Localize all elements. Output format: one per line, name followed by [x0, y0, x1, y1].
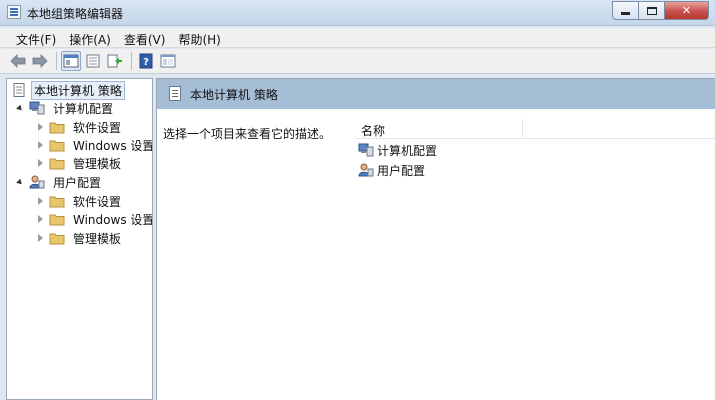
tree-item-label: 用户配置: [53, 175, 102, 190]
toolbar: ?: [0, 49, 715, 74]
user-config-icon: [29, 175, 45, 189]
computer-config-icon: [358, 143, 374, 157]
app-icon: [7, 5, 21, 19]
folder-icon: [49, 122, 65, 134]
description-text: 选择一个项目来查看它的描述。: [163, 127, 332, 141]
expanded-arrow-icon[interactable]: [15, 177, 25, 187]
menu-help[interactable]: 帮助(H): [172, 28, 227, 48]
tree-item-label: 管理模板: [73, 156, 122, 171]
tree-item-label: Windows 设置: [73, 212, 153, 227]
maximize-icon: [646, 6, 657, 15]
list-item-computer-config[interactable]: 计算机配置: [358, 141, 437, 159]
properties-button[interactable]: [83, 51, 103, 71]
menu-bar: 文件(F) 操作(A) 查看(V) 帮助(H): [0, 28, 715, 48]
details-pane: 本地计算机 策略 选择一个项目来查看它的描述。 名称 计算机配置 用户配置: [156, 78, 715, 400]
tree-item-computer-software-settings[interactable]: 软件设置: [35, 118, 125, 136]
collapsed-arrow-icon[interactable]: [35, 158, 45, 168]
tree-item-computer-config[interactable]: 计算机配置: [15, 99, 117, 117]
column-header-name[interactable]: 名称: [355, 119, 523, 139]
list-item-label: 计算机配置: [377, 143, 438, 158]
collapsed-arrow-icon[interactable]: [35, 196, 45, 206]
tree-item-local-computer-policy[interactable]: 本地计算机 策略: [11, 80, 125, 100]
expanded-arrow-icon[interactable]: [15, 103, 25, 113]
toolbar-separator: [56, 52, 57, 70]
extended-view-button[interactable]: [158, 51, 178, 71]
maximize-button[interactable]: [639, 1, 665, 20]
back-button[interactable]: [8, 51, 28, 71]
show-hide-tree-button[interactable]: [61, 51, 81, 71]
folder-icon: [49, 158, 65, 170]
description-area-top: [157, 109, 357, 121]
collapsed-arrow-icon[interactable]: [35, 214, 45, 224]
policy-document-icon: [13, 83, 25, 97]
collapsed-arrow-icon[interactable]: [35, 140, 45, 150]
folder-icon: [49, 196, 65, 208]
window-controls: ✕: [612, 1, 709, 20]
tree-item-computer-windows-settings[interactable]: Windows 设置: [35, 136, 152, 154]
window-title: 本地组策略编辑器: [27, 7, 124, 21]
tree-item-user-admin-templates[interactable]: 管理模板: [35, 229, 125, 247]
console-tree[interactable]: 本地计算机 策略 计算机配置 软件设置 Windows 设置 管理模板 用户配置: [6, 78, 153, 400]
tree-item-computer-admin-templates[interactable]: 管理模板: [35, 154, 125, 172]
export-list-icon: [107, 54, 122, 68]
tree-item-label: 计算机配置: [53, 101, 114, 116]
back-arrow-icon: [10, 54, 26, 68]
close-icon: ✕: [681, 4, 692, 17]
menu-view[interactable]: 查看(V): [118, 28, 173, 48]
tree-item-label: 管理模板: [73, 231, 122, 246]
column-header-empty: [523, 119, 535, 139]
help-icon: ?: [139, 53, 153, 69]
user-config-icon: [358, 163, 374, 177]
tree-item-user-windows-settings[interactable]: Windows 设置: [35, 210, 153, 228]
help-button[interactable]: ?: [136, 51, 156, 71]
toolbar-separator: [131, 52, 132, 70]
minimize-button[interactable]: [612, 1, 639, 20]
minimize-icon: [621, 11, 630, 15]
details-header: 本地计算机 策略: [157, 79, 715, 109]
policy-document-icon: [169, 86, 181, 101]
tree-item-user-software-settings[interactable]: 软件设置: [35, 192, 125, 210]
extended-view-icon: [160, 54, 176, 68]
folder-icon: [49, 214, 65, 226]
list-item-label: 用户配置: [377, 163, 426, 178]
title-bar[interactable]: 本地组策略编辑器 ✕: [0, 0, 715, 26]
folder-icon: [49, 233, 65, 245]
forward-button[interactable]: [30, 51, 50, 71]
list-item-user-config[interactable]: 用户配置: [358, 161, 425, 179]
menu-action[interactable]: 操作(A): [63, 28, 118, 48]
details-header-title: 本地计算机 策略: [190, 88, 278, 102]
tree-item-user-config[interactable]: 用户配置: [15, 173, 105, 191]
svg-text:?: ?: [143, 57, 149, 68]
collapsed-arrow-icon[interactable]: [35, 122, 45, 132]
menu-file[interactable]: 文件(F): [10, 28, 63, 48]
properties-icon: [86, 54, 100, 68]
close-button[interactable]: ✕: [665, 1, 709, 20]
computer-config-icon: [29, 101, 45, 115]
group-policy-editor-window: 本地组策略编辑器 ✕ 文件(F) 操作(A) 查看(V) 帮助(H) ? 本地计…: [0, 0, 715, 400]
forward-arrow-icon: [32, 54, 48, 68]
collapsed-arrow-icon[interactable]: [35, 233, 45, 243]
folder-icon: [49, 140, 65, 152]
export-list-button[interactable]: [105, 51, 125, 71]
list-column-header: 名称: [355, 119, 715, 139]
show-hide-console-tree-icon: [63, 54, 79, 68]
